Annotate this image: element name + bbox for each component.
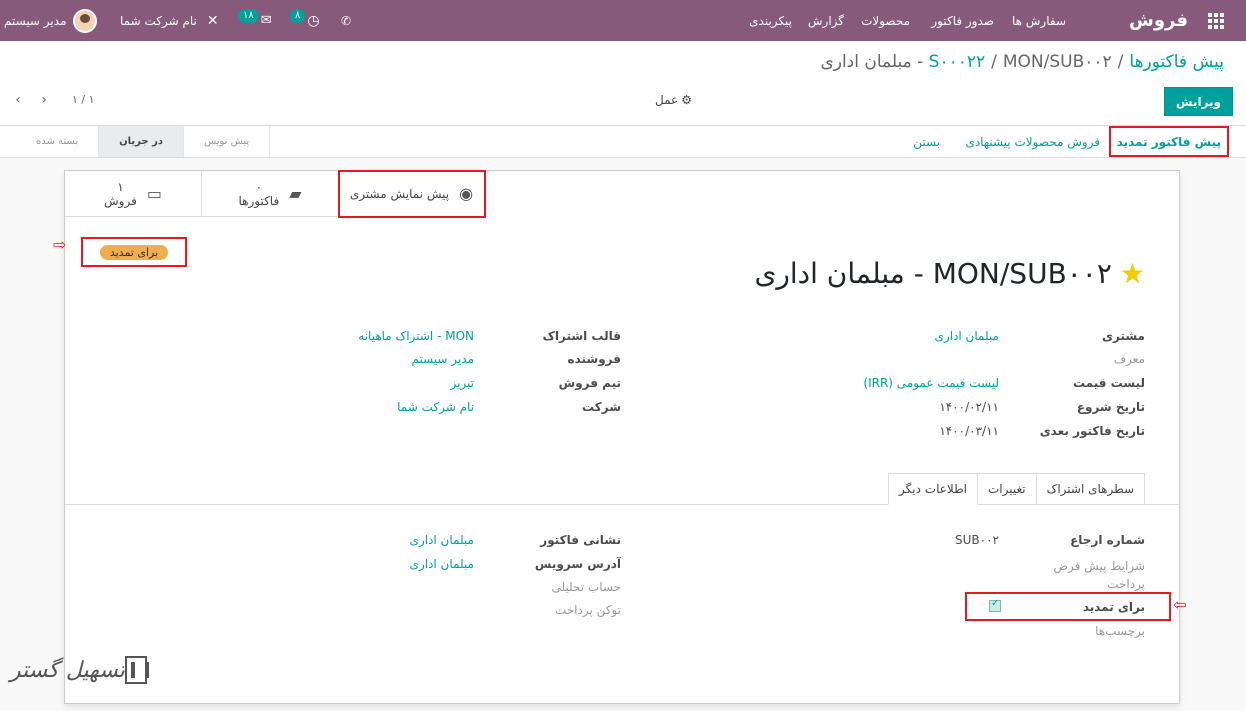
breadcrumb: پیش فاکتورها/S۰۰۰۲۲/MON/SUB۰۰۲ - مبلمان … (820, 52, 1224, 72)
customer-preview-label: پیش نمایش مشتری (349, 186, 450, 201)
phone-icon[interactable]: ✆ (341, 0, 351, 41)
messages-count: ۱۸ (238, 8, 259, 23)
tab-subscription-lines[interactable]: سطرهای اشتراک (1035, 473, 1145, 505)
form-sheet: ۱ فروش ▭ ۰ فاکتورها ▰ پیش نمایش مشتری ◉ ⇨ … (53, 170, 1186, 704)
smart-buttons: ۱ فروش ▭ ۰ فاکتورها ▰ پیش نمایش مشتری ◉ (65, 170, 486, 218)
star-icon[interactable]: ★ (1120, 257, 1145, 290)
notebook-tabs: سطرهای اشتراک تغییرات اطلاعات دیگر (888, 473, 1145, 505)
menu-products[interactable]: محصولات (861, 0, 910, 41)
company-switcher[interactable]: نام شرکت شما ✕ (120, 0, 219, 41)
service-address-value[interactable]: مبلمان اداری (410, 557, 474, 571)
sales-count: ۱ (117, 179, 124, 194)
invoice-address-label: نشانی فاکتور (540, 533, 621, 547)
annotation-box (965, 592, 1171, 621)
sales-team-label: تیم فروش (558, 376, 621, 390)
customer-preview-button[interactable]: پیش نمایش مشتری ◉ (338, 170, 486, 218)
avatar (72, 8, 97, 33)
sales-team-value[interactable]: تبریز (450, 376, 474, 390)
payment-token-label: توکن پرداخت (554, 603, 621, 617)
edit-button[interactable]: ویرایش (1164, 87, 1233, 116)
close-subscription-button[interactable]: بستن (913, 126, 940, 157)
start-date-label: تاریخ شروع (1076, 400, 1145, 414)
renew-quotation-button[interactable]: پیش فاکتور تمدید (1108, 126, 1229, 157)
menu-orders[interactable]: سفارش ها (1012, 0, 1066, 41)
salesperson-value[interactable]: مدیر سیستم (412, 352, 475, 366)
activities-count: ۸ (290, 8, 306, 23)
watermark-logo: تسهیل گستر (10, 650, 166, 690)
globe-icon: ◉ (459, 183, 474, 203)
pager-next-icon[interactable]: › (36, 91, 52, 109)
record-title-text: MON/SUB۰۰۲ - مبلمان اداری (754, 257, 1112, 290)
stage-draft[interactable]: پیش نویس (183, 126, 271, 157)
user-menu[interactable]: مدیر سیستم (4, 0, 97, 41)
user-name: مدیر سیستم (4, 13, 67, 28)
referrer-label: معرف (1113, 352, 1145, 366)
upsell-button[interactable]: فروش محصولات پیشنهادی (965, 126, 1100, 157)
salesperson-label: فروشنده (567, 352, 622, 366)
reference-label: شماره ارجاع (1070, 533, 1145, 547)
pricelist-label: لیست قیمت (1073, 376, 1145, 390)
next-invoice-label: تاریخ فاکتور بعدی (1039, 424, 1145, 438)
tools-icon: ✕ (206, 12, 219, 29)
activities-icon[interactable]: ۸ ◷ (290, 0, 320, 41)
top-navbar: فروش سفارش ها صدور فاکتور محصولات گزارش … (0, 0, 1246, 41)
stage-in-progress[interactable]: در جریان (99, 126, 184, 157)
tags-label: برچسب‌ها (1095, 624, 1145, 638)
to-renew-ribbon: برای تمدید (81, 237, 187, 267)
company-name: نام شرکت شما (120, 13, 197, 28)
analytic-account-label: حساب تحلیلی (551, 580, 621, 594)
clock-icon: ◷ (307, 12, 320, 29)
app-brand[interactable]: فروش (1129, 0, 1188, 41)
start-date-value[interactable]: ۱۴۰۰/۰۲/۱۱ (939, 400, 999, 414)
stage-pipeline: بسته شده در جریان پیش نویس (16, 126, 271, 157)
pricelist-value[interactable]: لیست قیمت عمومی (IRR) (863, 376, 999, 390)
watermark-mark-icon (125, 656, 150, 684)
template-value[interactable]: MON - اشتراک ماهیانه (358, 329, 474, 343)
template-label: قالب اشتراک (542, 329, 621, 343)
company-value[interactable]: نام شرکت شما (397, 400, 474, 414)
service-address-label: آدرس سرویس (534, 557, 621, 571)
annotation-arrow-right-icon: ⇨ (1173, 595, 1187, 614)
stage-closed[interactable]: بسته شده (16, 126, 100, 157)
breadcrumb-order[interactable]: S۰۰۰۲۲ (929, 52, 985, 72)
chat-icon: ✉ (260, 13, 272, 28)
tab-changes[interactable]: تغییرات (976, 473, 1037, 505)
reference-value[interactable]: SUB۰۰۲ (955, 533, 999, 547)
pager-value[interactable]: ۱ / ۱ (72, 93, 95, 106)
credit-card-icon: ▭ (146, 183, 162, 203)
to-renew-badge: برای تمدید (99, 244, 169, 260)
pager-previous-icon[interactable]: ‹ (10, 91, 26, 109)
breadcrumb-quotations[interactable]: پیش فاکتورها (1129, 52, 1224, 72)
annotation-arrow-icon: ⇨ (53, 235, 67, 254)
menu-configuration[interactable]: پیکربندی (749, 0, 792, 41)
book-icon: ▰ (289, 183, 302, 203)
action-menu-button[interactable]: عمل ⚙ (655, 93, 692, 107)
menu-reporting[interactable]: گزارش (808, 0, 844, 41)
invoices-smart-button[interactable]: ۰ فاکتورها ▰ (202, 171, 339, 217)
invoices-label: فاکتورها (238, 193, 280, 208)
sales-label: فروش (104, 193, 137, 208)
payment-terms-label: شرایط پیش فرض پرداخت (1053, 559, 1146, 591)
menu-invoicing[interactable]: صدور فاکتور (931, 0, 994, 41)
messages-icon[interactable]: ۱۸ ✉ (238, 0, 272, 41)
record-title: ★ MON/SUB۰۰۲ - مبلمان اداری (754, 257, 1145, 290)
company-label: شرکت (582, 400, 621, 414)
customer-value[interactable]: مبلمان اداری (935, 329, 999, 343)
invoice-address-value[interactable]: مبلمان اداری (410, 533, 474, 547)
sales-smart-button[interactable]: ۱ فروش ▭ (65, 171, 202, 217)
tab-other-info[interactable]: اطلاعات دیگر (888, 473, 978, 505)
action-label: عمل (655, 93, 679, 107)
next-invoice-value[interactable]: ۱۴۰۰/۰۳/۱۱ (939, 424, 999, 438)
apps-menu-icon[interactable] (1208, 0, 1224, 41)
customer-label: مشتری (1101, 329, 1145, 343)
gear-icon: ⚙ (681, 93, 692, 107)
watermark-text: تسهیل گستر (10, 657, 126, 683)
statusbar: پیش فاکتور تمدید فروش محصولات پیشنهادی ب… (0, 125, 1246, 158)
invoices-count: ۰ (255, 179, 263, 194)
